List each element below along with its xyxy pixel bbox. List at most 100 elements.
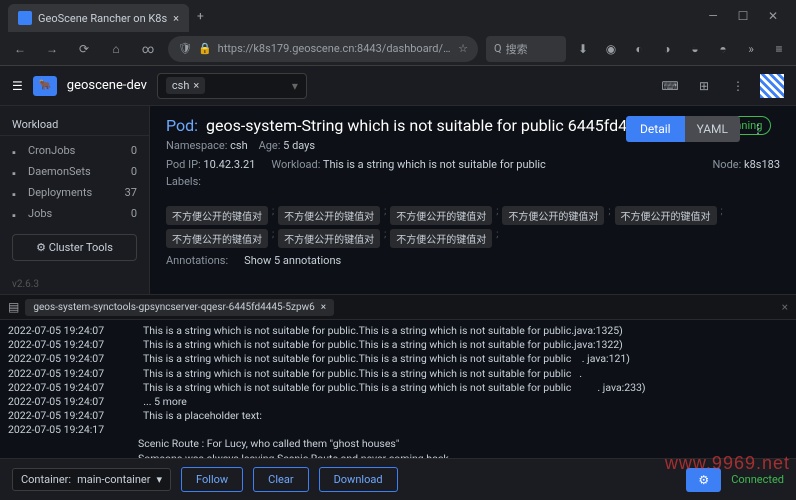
terminal-icon[interactable]: ⌨: [658, 74, 682, 98]
sidebar-item-label: Deployments: [28, 186, 92, 199]
ext4-icon[interactable]: ◓: [714, 40, 732, 58]
chip-remove-icon[interactable]: ×: [193, 79, 199, 92]
node-label: Node:: [712, 158, 741, 171]
label-chip: 不方便公开的键值对: [278, 206, 380, 225]
user-avatar[interactable]: [760, 74, 784, 98]
home-icon[interactable]: ⌂: [104, 37, 128, 61]
rancher-logo: 🐂: [33, 76, 57, 96]
sidebar-header: Workload: [0, 114, 149, 136]
yaml-button[interactable]: YAML: [685, 116, 740, 142]
watermark: www.9969.net: [665, 453, 790, 474]
chip-separator: ;: [272, 229, 274, 248]
tab-favicon: [18, 11, 32, 25]
container-label: Container:: [21, 473, 71, 486]
sidebar-item[interactable]: ▪ DaemonSets 0: [0, 161, 149, 182]
folder-icon: ▪: [12, 167, 22, 177]
maximize-icon[interactable]: ☐: [736, 9, 750, 23]
sidebar-item[interactable]: ▪ CronJobs 0: [0, 140, 149, 161]
node-link[interactable]: k8s183: [744, 158, 780, 171]
ns-label: Namespace:: [166, 139, 227, 152]
namespace-select[interactable]: csh × ▾: [157, 73, 307, 99]
namespace-chip[interactable]: csh ×: [166, 77, 205, 94]
actions-menu-icon[interactable]: ⋮: [748, 115, 768, 143]
log-panel-close-icon[interactable]: ×: [782, 300, 788, 314]
app-header: ☰ 🐂 geoscene-dev csh × ▾ ⌨ ⊞ ⋮: [0, 66, 796, 106]
ext3-icon[interactable]: ◒: [686, 40, 704, 58]
kebab-icon[interactable]: ⋮: [726, 74, 750, 98]
minimize-icon[interactable]: —: [706, 9, 720, 23]
search-placeholder: 搜索: [506, 41, 528, 57]
age-label: Age:: [259, 139, 281, 152]
workload-link[interactable]: This is a string which is not suitable f…: [323, 158, 546, 171]
sidebar-item-label: DaemonSets: [28, 165, 91, 178]
infinity-icon[interactable]: ∞: [136, 37, 160, 61]
container-name: main-container: [77, 473, 150, 486]
sidebar-item-count: 0: [131, 144, 137, 157]
search-icon: Q: [494, 42, 502, 55]
log-tab[interactable]: geos-system-synctools-gpsyncserver-qqesr…: [25, 299, 334, 316]
back-icon[interactable]: ←: [8, 37, 32, 61]
log-line: 2022-07-05 19:24:07 This is a string whi…: [8, 338, 788, 352]
ext1-icon[interactable]: ◐: [630, 40, 648, 58]
sidebar-item[interactable]: ▪Deployments37: [0, 182, 149, 203]
tab-title: GeoScene Rancher on K8s: [38, 12, 167, 25]
ns-chip-label: csh: [172, 79, 190, 92]
close-tab-icon[interactable]: ×: [173, 12, 179, 25]
sidebar: Workload ▪CronJobs0▪DaemonSets0▪Deployme…: [0, 106, 150, 294]
browser-toolbar: ← → ⟳ ⌂ ∞ 🛡 🔒 https://k8s179.geoscene.cn…: [0, 32, 796, 66]
log-line: 2022-07-05 19:24:07 ... 5 more: [8, 395, 788, 409]
filter-icon[interactable]: ⊞: [692, 74, 716, 98]
follow-button[interactable]: Follow: [181, 467, 243, 492]
sidebar-item-count: 0: [131, 165, 137, 178]
new-tab-button[interactable]: +: [197, 9, 204, 23]
chip-separator: ;: [384, 206, 386, 225]
menu-icon[interactable]: ≡: [770, 40, 788, 58]
search-input[interactable]: Q 搜索: [486, 36, 566, 62]
age-value: 5 days: [283, 139, 315, 152]
anno-label: Annotations:: [166, 254, 228, 267]
refresh-icon[interactable]: ⟳: [72, 37, 96, 61]
browser-tab[interactable]: GeoScene Rancher on K8s ×: [8, 4, 189, 32]
clear-button[interactable]: Clear: [253, 467, 308, 492]
resource-type: Pod:: [166, 116, 198, 135]
log-line: 2022-07-05 19:24:07 This is a string whi…: [8, 324, 788, 338]
label-chip: 不方便公开的键值对: [390, 229, 492, 248]
folder-icon: ▪: [12, 146, 22, 156]
forward-icon[interactable]: →: [40, 37, 64, 61]
chevron-down-icon: ▾: [157, 473, 163, 486]
container-select[interactable]: Container: main-container ▾: [12, 468, 171, 491]
sidebar-item[interactable]: ▪Jobs0: [0, 203, 149, 224]
gear-icon: ⚙: [36, 241, 46, 254]
close-icon[interactable]: ✕: [766, 9, 780, 23]
anno-link[interactable]: Show 5 annotations: [244, 254, 341, 267]
log-line: 2022-07-05 19:24:17: [8, 423, 788, 437]
sidebar-item-count: 37: [125, 186, 137, 199]
log-tab-close-icon[interactable]: ×: [321, 302, 326, 313]
window-titlebar: GeoScene Rancher on K8s × + — ☐ ✕: [0, 0, 796, 32]
podip-label: Pod IP:: [166, 158, 201, 171]
hamburger-icon[interactable]: ☰: [12, 79, 23, 93]
label-chip: 不方便公开的键值对: [166, 206, 268, 225]
url-input[interactable]: 🛡 🔒 https://k8s179.geoscene.cn:8443/dash…: [168, 36, 478, 62]
url-text: https://k8s179.geoscene.cn:8443/dashboar…: [218, 42, 452, 55]
log-tab-icon: ▤: [8, 300, 19, 314]
chip-separator: ;: [272, 206, 274, 225]
download-icon[interactable]: ⬇: [574, 40, 592, 58]
labels-label: Labels:: [166, 175, 201, 188]
download-button[interactable]: Download: [319, 467, 398, 492]
lock-icon: 🔒: [198, 42, 212, 55]
star-icon[interactable]: ☆: [458, 42, 468, 55]
ext2-icon[interactable]: ◑: [658, 40, 676, 58]
label-chip: 不方便公开的键值对: [502, 206, 604, 225]
ns-value: csh: [230, 139, 248, 152]
account-icon[interactable]: ◉: [602, 40, 620, 58]
log-viewer[interactable]: 2022-07-05 19:24:07 This is a string whi…: [0, 320, 796, 472]
detail-button[interactable]: Detail: [626, 116, 685, 142]
log-line: 2022-07-05 19:24:07 This is a string whi…: [8, 381, 788, 395]
sidebar-item-label: CronJobs: [28, 144, 75, 157]
cluster-name[interactable]: geoscene-dev: [67, 78, 147, 93]
log-line: Scenic Route : For Lucy, who called them…: [8, 437, 788, 451]
cluster-tools-button[interactable]: ⚙ Cluster Tools: [12, 234, 137, 261]
label-chip: 不方便公开的键值对: [278, 229, 380, 248]
extensions-icon[interactable]: »: [742, 40, 760, 58]
